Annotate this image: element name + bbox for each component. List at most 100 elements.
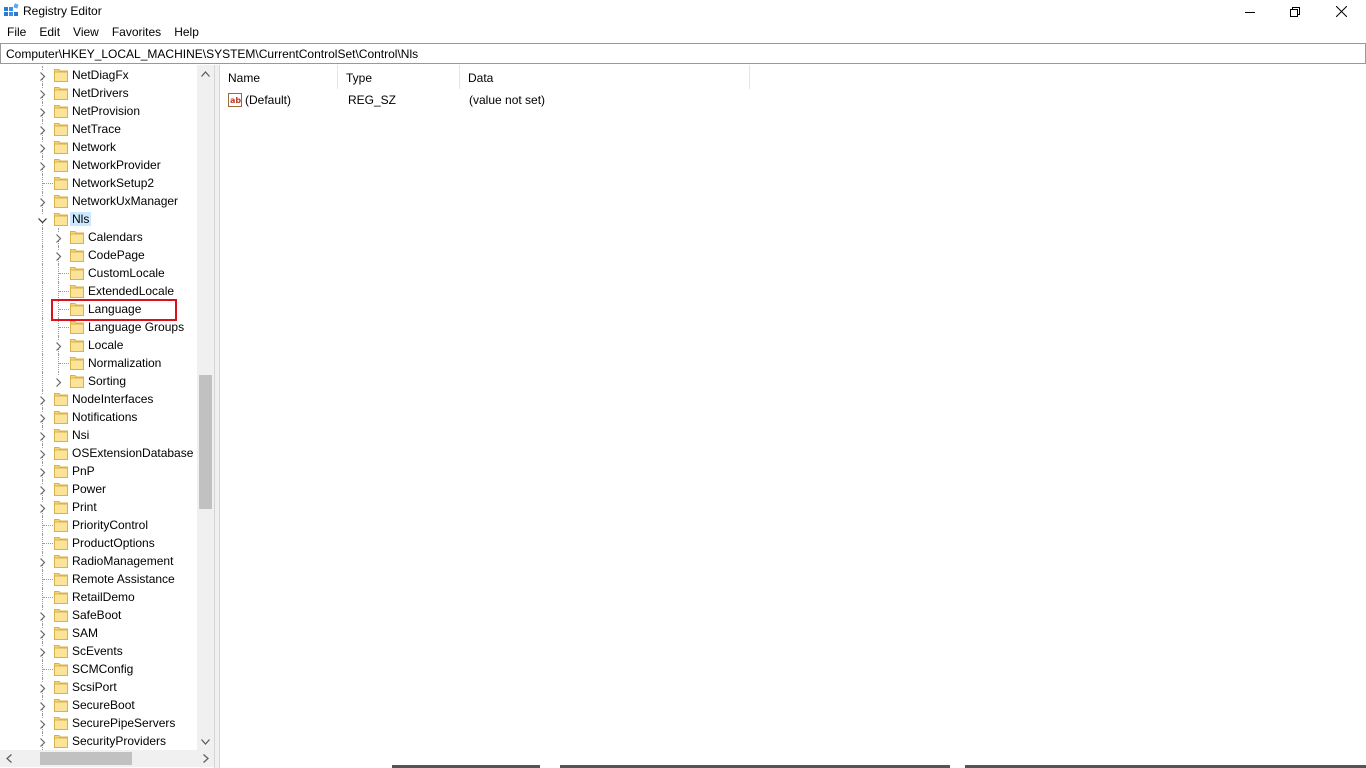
menu-favorites[interactable]: Favorites — [105, 23, 167, 42]
tree-item[interactable]: RetailDemo — [0, 588, 197, 606]
hscroll-thumb[interactable] — [40, 752, 132, 765]
folder-icon — [54, 554, 68, 568]
address-bar[interactable]: Computer\HKEY_LOCAL_MACHINE\SYSTEM\Curre… — [0, 43, 1366, 64]
tree-item[interactable]: ScEvents — [0, 642, 197, 660]
tree-item-label: Notifications — [72, 410, 138, 424]
tree-item[interactable]: RadioManagement — [0, 552, 197, 570]
chevron-right-icon[interactable] — [38, 502, 47, 513]
tree-item[interactable]: ScsiPort — [0, 678, 197, 696]
column-header-name[interactable]: Name — [220, 65, 338, 89]
tree-connector-line — [59, 273, 69, 274]
folder-icon — [54, 392, 68, 406]
value-row[interactable]: ab (Default) REG_SZ (value not set) — [220, 90, 750, 110]
scroll-thumb[interactable] — [199, 375, 212, 509]
chevron-right-icon[interactable] — [38, 430, 47, 441]
tree-item[interactable]: NetworkUxManager — [0, 192, 197, 210]
chevron-right-icon[interactable] — [38, 106, 47, 117]
chevron-right-icon[interactable] — [54, 340, 63, 351]
tree-item[interactable]: PnP — [0, 462, 197, 480]
tree-item[interactable]: Calendars — [0, 228, 197, 246]
chevron-right-icon[interactable] — [38, 682, 47, 693]
tree-item[interactable]: OSExtensionDatabase — [0, 444, 197, 462]
value-type: REG_SZ — [348, 93, 397, 107]
tree-item-label: ScEvents — [72, 644, 123, 658]
chevron-right-icon[interactable] — [54, 376, 63, 387]
tree-item[interactable]: PriorityControl — [0, 516, 197, 534]
tree-item[interactable]: SCMConfig — [0, 660, 197, 678]
scroll-left-button[interactable] — [0, 750, 17, 767]
chevron-right-icon[interactable] — [38, 412, 47, 423]
address-path[interactable]: Computer\HKEY_LOCAL_MACHINE\SYSTEM\Curre… — [6, 47, 418, 61]
minimize-button[interactable] — [1227, 0, 1273, 23]
column-header-data[interactable]: Data — [460, 65, 750, 89]
tree-item[interactable]: NetworkProvider — [0, 156, 197, 174]
tree-item[interactable]: SecurePipeServers — [0, 714, 197, 732]
folder-icon — [54, 176, 68, 190]
close-button[interactable] — [1318, 0, 1364, 23]
tree-item[interactable]: Print — [0, 498, 197, 516]
tree-item[interactable]: Power — [0, 480, 197, 498]
tree-item-label: PnP — [72, 464, 95, 478]
tree-item-label: Power — [72, 482, 107, 496]
tree-guide-line — [42, 264, 43, 282]
chevron-right-icon[interactable] — [38, 700, 47, 711]
menu-edit[interactable]: Edit — [32, 23, 66, 42]
tree-item[interactable]: NetDrivers — [0, 84, 197, 102]
tree-item[interactable]: ProductOptions — [0, 534, 197, 552]
chevron-right-icon[interactable] — [38, 610, 47, 621]
tree-item[interactable]: CodePage — [0, 246, 197, 264]
tree-item[interactable]: NodeInterfaces — [0, 390, 197, 408]
tree-item[interactable]: CustomLocale — [0, 264, 197, 282]
tree-item-label: ExtendedLocale — [88, 284, 175, 298]
tree-item[interactable]: NetProvision — [0, 102, 197, 120]
chevron-right-icon[interactable] — [38, 736, 47, 747]
chevron-right-icon[interactable] — [38, 88, 47, 99]
tree-item[interactable]: Nls — [0, 210, 197, 228]
menu-view[interactable]: View — [66, 23, 105, 42]
chevron-right-icon[interactable] — [38, 718, 47, 729]
chevron-right-icon[interactable] — [38, 142, 47, 153]
scroll-right-button[interactable] — [197, 750, 214, 767]
scroll-up-button[interactable] — [197, 65, 214, 82]
tree-item[interactable]: SecurityProviders — [0, 732, 197, 750]
chevron-right-icon[interactable] — [38, 628, 47, 639]
chevron-right-icon[interactable] — [38, 448, 47, 459]
tree-item[interactable]: SAM — [0, 624, 197, 642]
tree-item[interactable]: NetworkSetup2 — [0, 174, 197, 192]
key-tree[interactable]: NetDiagFx NetDrivers NetProvision NetTrace N… — [0, 65, 215, 768]
restore-button[interactable] — [1272, 0, 1318, 23]
tree-item[interactable]: Sorting — [0, 372, 197, 390]
chevron-down-icon[interactable] — [38, 214, 47, 224]
chevron-right-icon[interactable] — [38, 646, 47, 657]
tree-item[interactable]: Normalization — [0, 354, 197, 372]
scroll-down-button[interactable] — [197, 733, 214, 750]
column-header-type[interactable]: Type — [338, 65, 460, 89]
tree-vertical-scrollbar[interactable] — [197, 65, 214, 750]
chevron-right-icon[interactable] — [38, 196, 47, 207]
chevron-right-icon[interactable] — [38, 466, 47, 477]
values-pane[interactable]: Name Type Data ab (Default) REG_SZ (valu… — [219, 65, 1366, 768]
tree-item[interactable]: SafeBoot — [0, 606, 197, 624]
chevron-right-icon[interactable] — [54, 232, 63, 243]
tree-item[interactable]: Notifications — [0, 408, 197, 426]
chevron-right-icon[interactable] — [38, 394, 47, 405]
chevron-right-icon[interactable] — [38, 160, 47, 171]
folder-icon — [54, 86, 68, 100]
chevron-right-icon[interactable] — [54, 250, 63, 261]
tree-item[interactable]: NetDiagFx — [0, 66, 197, 84]
tree-item[interactable]: NetTrace — [0, 120, 197, 138]
tree-item[interactable]: ExtendedLocale — [0, 282, 197, 300]
tree-item[interactable]: Nsi — [0, 426, 197, 444]
chevron-right-icon[interactable] — [38, 556, 47, 567]
tree-item[interactable]: Remote Assistance — [0, 570, 197, 588]
tree-horizontal-scrollbar[interactable] — [0, 750, 214, 767]
tree-item[interactable]: Locale — [0, 336, 197, 354]
chevron-right-icon[interactable] — [38, 70, 47, 81]
menu-file[interactable]: File — [0, 23, 32, 42]
menu-help[interactable]: Help — [167, 23, 205, 42]
chevron-right-icon — [202, 754, 209, 763]
tree-item[interactable]: Network — [0, 138, 197, 156]
chevron-right-icon[interactable] — [38, 484, 47, 495]
tree-item[interactable]: SecureBoot — [0, 696, 197, 714]
chevron-right-icon[interactable] — [38, 124, 47, 135]
